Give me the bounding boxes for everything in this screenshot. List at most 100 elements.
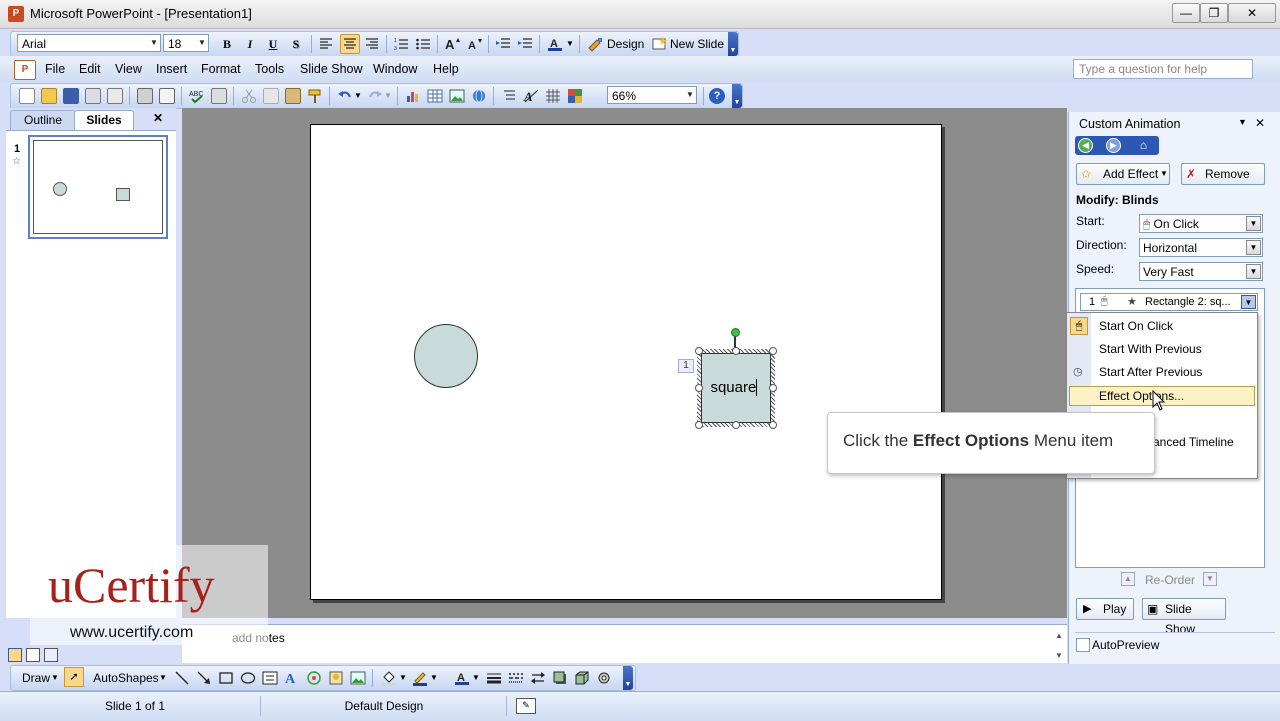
menu-insert[interactable]: Insert (156, 62, 187, 76)
paste-icon[interactable] (285, 88, 301, 104)
font-name-combo[interactable]: Arial ▼ (17, 34, 161, 52)
line-style-icon[interactable] (486, 670, 502, 686)
menu-advanced-timeline[interactable]: anced Timeline (1153, 435, 1234, 449)
chevron-down-icon[interactable]: ▼ (472, 669, 480, 687)
resize-handle[interactable] (769, 347, 777, 355)
shadow-style-icon[interactable] (552, 670, 568, 686)
chevron-down-icon[interactable]: ▼ (430, 669, 438, 687)
square-shape-text[interactable]: square (701, 379, 771, 396)
chevron-down-icon[interactable]: ▼ (384, 87, 392, 105)
spelling-icon[interactable]: ABC (189, 88, 205, 104)
insert-chart-icon[interactable] (405, 88, 421, 104)
minimize-button[interactable]: — (1172, 3, 1200, 23)
chevron-down-icon[interactable]: ▼ (354, 87, 362, 105)
slide-sorter-icon[interactable] (26, 648, 40, 662)
permission-icon[interactable] (85, 88, 101, 104)
menu-start-on-click[interactable]: Start On Click (1099, 319, 1173, 333)
show-formatting-icon[interactable]: A (523, 88, 539, 104)
direction-select[interactable]: Horizontal ▼ (1139, 238, 1263, 257)
autopreview-checkbox[interactable] (1076, 638, 1090, 652)
animation-list-item[interactable]: 1 🖱 ★ Rectangle 2: sq... ▼ (1080, 293, 1258, 311)
align-left-icon[interactable] (318, 36, 334, 52)
tab-slides[interactable]: Slides (74, 110, 134, 130)
design-button[interactable]: Design (607, 35, 647, 53)
toolbar-options-icon[interactable]: ▼ (732, 84, 742, 108)
align-right-icon[interactable] (364, 36, 380, 52)
resize-handle[interactable] (769, 384, 777, 392)
play-button[interactable]: ▶ Play (1076, 598, 1134, 620)
toolbar-options-icon[interactable]: ▼ (728, 32, 738, 56)
diagram-icon[interactable] (306, 670, 322, 686)
slide-show-button[interactable]: ▣ Slide Show (1142, 598, 1226, 636)
resize-handle[interactable] (732, 421, 740, 429)
shadow-button[interactable]: S (288, 35, 304, 53)
autoshapes-button[interactable]: AutoShapes (93, 669, 159, 687)
pane-close-icon[interactable]: ✕ (1255, 116, 1265, 130)
menu-help[interactable]: Help (433, 62, 459, 76)
numbering-icon[interactable]: 13 (393, 36, 409, 52)
grid-icon[interactable] (545, 88, 561, 104)
align-center-icon[interactable] (340, 34, 360, 54)
increase-font-size-icon[interactable]: A (444, 36, 460, 52)
resize-handle[interactable] (695, 347, 703, 355)
menu-tools[interactable]: Tools (255, 62, 284, 76)
insert-picture-icon[interactable] (449, 88, 465, 104)
forward-icon[interactable]: ▶ (1106, 138, 1121, 153)
increase-indent-icon[interactable] (517, 36, 533, 52)
format-painter-icon[interactable] (307, 88, 323, 104)
design-name[interactable]: Default Design (262, 696, 507, 716)
open-icon[interactable] (41, 88, 57, 104)
chevron-down-icon[interactable]: ▼ (51, 669, 59, 687)
undo-icon[interactable] (337, 88, 353, 104)
menu-edit[interactable]: Edit (79, 62, 101, 76)
menu-file[interactable]: File (45, 62, 65, 76)
draw-menu-button[interactable]: Draw (21, 669, 51, 687)
move-down-icon[interactable]: ▼ (1203, 572, 1217, 586)
speed-select[interactable]: Very Fast ▼ (1139, 262, 1263, 281)
toolbar-options-icon[interactable]: ▼ (623, 666, 633, 690)
rotation-handle[interactable] (731, 328, 740, 337)
insert-hyperlink-icon[interactable] (471, 88, 487, 104)
copy-icon[interactable] (263, 88, 279, 104)
font-size-combo[interactable]: 18 ▼ (163, 34, 209, 52)
menu-start-with-previous[interactable]: Start With Previous (1099, 342, 1202, 356)
cut-icon[interactable] (241, 88, 257, 104)
help-search-input[interactable]: Type a question for help (1073, 59, 1253, 79)
menu-view[interactable]: View (115, 62, 142, 76)
picture-icon[interactable] (350, 670, 366, 686)
slide[interactable]: 1 square (310, 124, 942, 600)
font-color-icon[interactable]: A (454, 670, 470, 686)
print-icon[interactable] (137, 88, 153, 104)
slide-thumbnail[interactable] (28, 135, 168, 239)
maximize-button[interactable]: ❐ (1200, 3, 1228, 23)
font-color-icon[interactable]: A (547, 36, 563, 52)
clip-art-icon[interactable] (328, 670, 344, 686)
picture-settings-icon[interactable] (596, 670, 612, 686)
resize-handle[interactable] (732, 347, 740, 355)
arrow-icon[interactable] (196, 670, 212, 686)
animation-order-tag[interactable]: 1 (678, 359, 694, 373)
italic-button[interactable]: I (242, 35, 258, 53)
zoom-combo[interactable]: 66% ▼ (607, 86, 697, 104)
spelling-status-icon[interactable]: ✎ (516, 698, 536, 714)
insert-table-icon[interactable] (427, 88, 443, 104)
email-icon[interactable] (107, 88, 123, 104)
arrow-style-icon[interactable] (530, 670, 546, 686)
resize-handle[interactable] (769, 421, 777, 429)
research-icon[interactable] (211, 88, 227, 104)
dash-style-icon[interactable] (508, 670, 524, 686)
pane-close-icon[interactable]: ✕ (153, 111, 163, 125)
notes-pane[interactable]: add notes ▲ ▼ (182, 624, 1067, 663)
help-icon[interactable]: ? (709, 88, 725, 104)
back-icon[interactable]: ◀ (1078, 138, 1093, 153)
menu-effect-options[interactable]: Effect Options... (1099, 389, 1184, 403)
tab-outline[interactable]: Outline (10, 110, 76, 130)
resize-handle[interactable] (695, 384, 703, 392)
new-slide-button[interactable]: New Slide (670, 35, 726, 53)
3d-style-icon[interactable] (574, 670, 590, 686)
decrease-indent-icon[interactable] (495, 36, 511, 52)
menu-format[interactable]: Format (201, 62, 241, 76)
bullets-icon[interactable] (415, 36, 431, 52)
resize-handle[interactable] (695, 421, 703, 429)
print-preview-icon[interactable] (159, 88, 175, 104)
